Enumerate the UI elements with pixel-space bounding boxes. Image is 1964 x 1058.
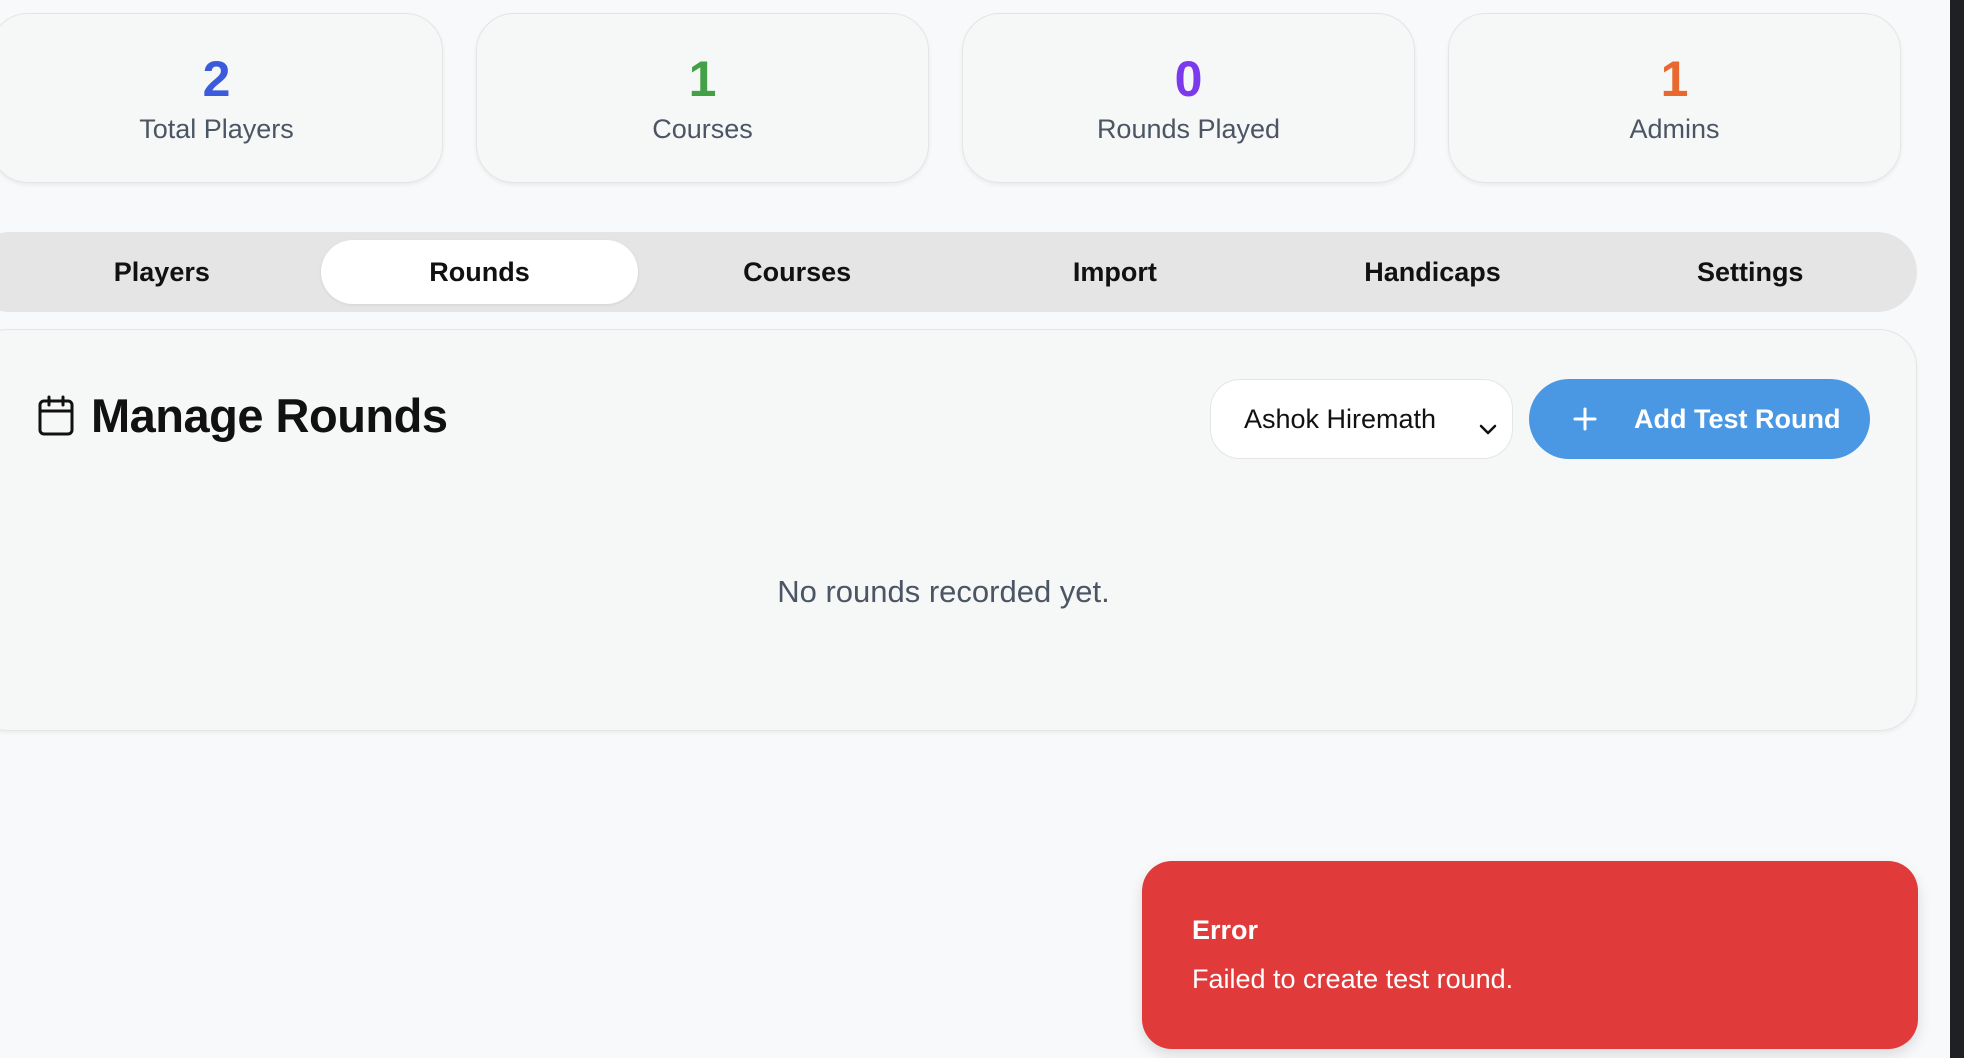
stat-card-total-players: 2 Total Players xyxy=(0,13,443,183)
empty-state-message: No rounds recorded yet. xyxy=(777,574,1110,609)
tab-rounds[interactable]: Rounds xyxy=(320,240,639,304)
panel-header: Manage Rounds xyxy=(37,388,448,443)
tab-handicaps[interactable]: Handicaps xyxy=(1274,240,1592,304)
stat-value: 1 xyxy=(688,50,717,107)
stat-card-rounds-played: 0 Rounds Played xyxy=(962,13,1415,183)
tab-import[interactable]: Import xyxy=(956,240,1274,304)
window-edge xyxy=(1950,0,1964,1058)
manage-rounds-panel: Manage Rounds Ashok Hiremath Add Test Ro… xyxy=(0,329,1917,731)
page-title: Manage Rounds xyxy=(91,389,448,442)
stat-label: Courses xyxy=(652,113,753,144)
stat-label: Total Players xyxy=(139,113,294,144)
error-toast[interactable]: Error Failed to create test round. xyxy=(1142,861,1918,1049)
stat-value: 2 xyxy=(202,50,231,107)
stat-value: 1 xyxy=(1660,50,1689,107)
toast-title: Error xyxy=(1192,915,1259,945)
add-test-round-label: Add Test Round xyxy=(1634,403,1841,434)
stat-value: 0 xyxy=(1174,50,1203,107)
calendar-icon xyxy=(37,395,75,437)
admin-page: 2 Total Players 1 Courses 0 Rounds Playe… xyxy=(0,0,1964,1058)
stat-label: Rounds Played xyxy=(1096,113,1281,144)
stat-card-courses: 1 Courses xyxy=(476,13,929,183)
admin-tabs: Players Rounds Courses Import Handicaps … xyxy=(0,232,1917,312)
chevron-down-icon xyxy=(1478,412,1498,435)
add-test-round-button[interactable]: Add Test Round xyxy=(1529,379,1870,459)
stat-label: Admins xyxy=(1629,113,1720,144)
tab-courses[interactable]: Courses xyxy=(638,240,956,304)
stat-card-admins: 1 Admins xyxy=(1448,13,1901,183)
plus-icon xyxy=(1573,407,1597,431)
stats-row: 2 Total Players 1 Courses 0 Rounds Playe… xyxy=(0,13,1901,183)
player-select[interactable]: Ashok Hiremath xyxy=(1210,379,1513,459)
toast-message: Failed to create test round. xyxy=(1192,964,1514,994)
tab-players[interactable]: Players xyxy=(3,240,321,304)
tab-settings[interactable]: Settings xyxy=(1591,240,1909,304)
player-select-value: Ashok Hiremath xyxy=(1244,403,1437,434)
